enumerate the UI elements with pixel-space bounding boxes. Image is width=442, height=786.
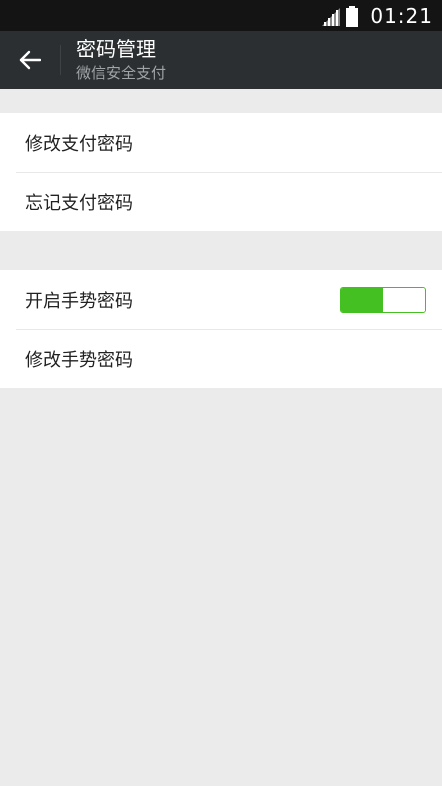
back-button[interactable] [0,31,60,89]
header-divider [60,45,61,75]
menu-item-change-pay-password[interactable]: 修改支付密码 [0,113,442,172]
page-title: 密码管理 [76,37,156,61]
toggle-fill [341,287,383,312]
signal-icon [322,7,341,26]
toggle-knob [383,287,425,312]
menu-item-label: 开启手势密码 [25,290,133,312]
menu-item-label: 忘记支付密码 [25,192,133,214]
settings-group-gesture: 开启手势密码 修改手势密码 [0,270,442,388]
menu-item-label: 修改手势密码 [25,349,133,371]
menu-item-enable-gesture-password[interactable]: 开启手势密码 [0,270,442,329]
title-block: 密码管理 微信安全支付 [76,37,166,83]
status-time: 01:21 [370,3,433,28]
gesture-password-toggle[interactable] [340,286,426,313]
menu-item-label: 修改支付密码 [25,133,133,155]
arrow-left-icon [19,50,41,70]
menu-item-change-gesture-password[interactable]: 修改手势密码 [0,329,442,388]
action-bar: 密码管理 微信安全支付 [0,31,442,89]
page-subtitle: 微信安全支付 [76,64,167,82]
settings-group-payment: 修改支付密码 忘记支付密码 [0,113,442,231]
battery-icon [346,5,359,27]
menu-item-forgot-pay-password[interactable]: 忘记支付密码 [0,172,442,231]
status-bar: 01:21 [0,0,442,31]
